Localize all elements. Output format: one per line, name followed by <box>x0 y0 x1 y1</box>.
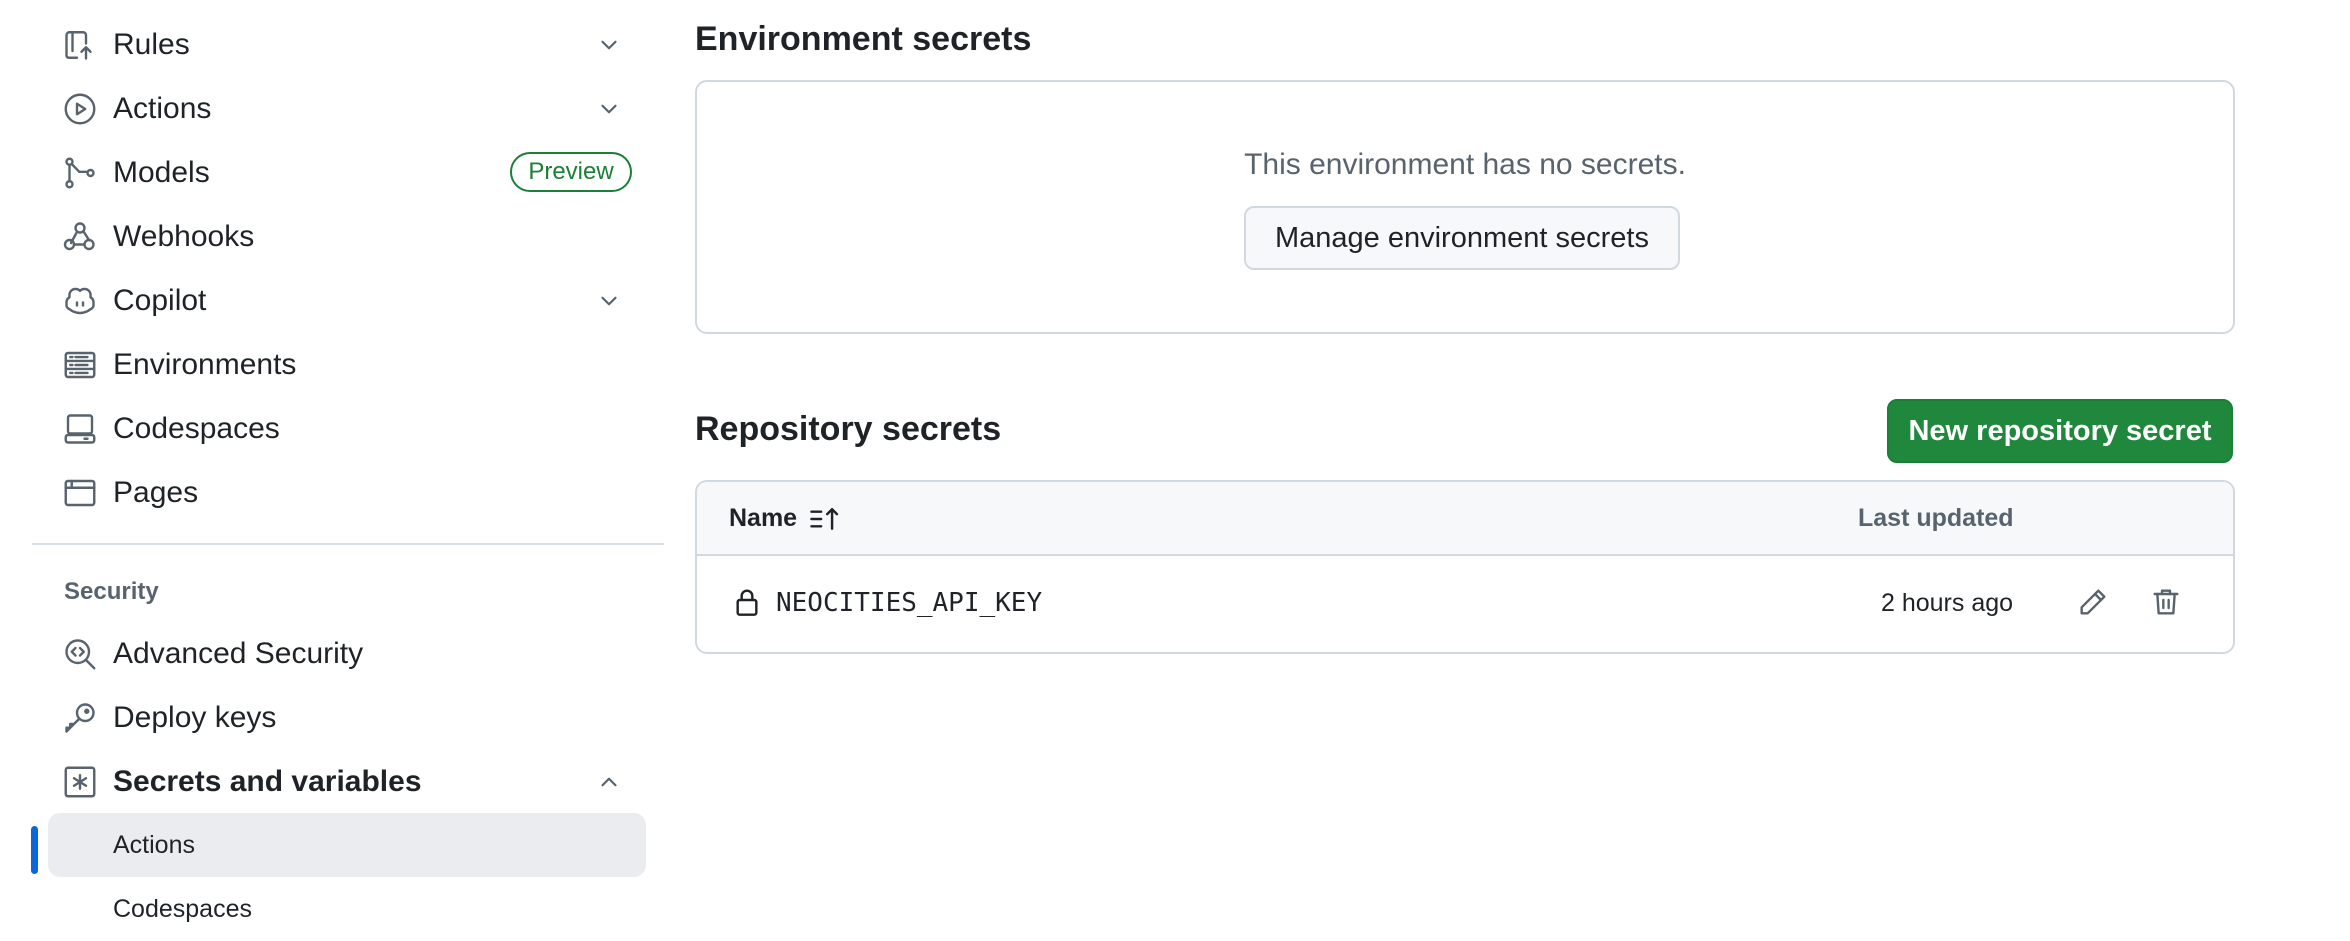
column-header-name[interactable]: Name <box>729 504 797 533</box>
sidebar-item-copilot[interactable]: Copilot <box>48 269 644 333</box>
new-repository-secret-button[interactable]: New repository secret <box>1887 399 2233 463</box>
manage-environment-secrets-button[interactable]: Manage environment secrets <box>1244 206 1680 270</box>
codescan-icon <box>62 636 98 672</box>
secret-name: NEOCITIES_API_KEY <box>776 588 1043 618</box>
sidebar-item-advanced-security[interactable]: Advanced Security <box>48 622 644 686</box>
sidebar-item-label: Copilot <box>113 284 207 317</box>
sidebar-item-codespaces[interactable]: Codespaces <box>48 397 644 461</box>
sidebar-item-rules[interactable]: Rules <box>48 13 644 77</box>
browser-icon <box>62 475 98 511</box>
sidebar-subitem-label: Codespaces <box>113 894 252 923</box>
copilot-icon <box>62 283 98 319</box>
sidebar-item-label: Webhooks <box>113 220 255 253</box>
table-header: Name Last updated <box>697 482 2233 556</box>
trash-icon[interactable] <box>2150 586 2182 618</box>
sidebar-item-label: Secrets and variables <box>113 765 422 798</box>
chevron-down-icon[interactable] <box>596 288 622 314</box>
sidebar-item-environments[interactable]: Environments <box>48 333 644 397</box>
sidebar-item-label: Deploy keys <box>113 701 277 734</box>
key-icon <box>62 700 98 736</box>
main-content: Environment secrets This environment has… <box>695 0 2255 922</box>
last-updated-value: 2 hours ago <box>1881 589 2014 617</box>
sidebar-item-actions[interactable]: Actions <box>48 77 644 141</box>
webhook-icon <box>62 219 98 255</box>
sidebar-item-webhooks[interactable]: Webhooks <box>48 205 644 269</box>
sidebar-item-label: Pages <box>113 476 199 509</box>
sidebar-item-label: Environments <box>113 348 297 381</box>
lock-icon <box>731 586 763 618</box>
chevron-down-icon[interactable] <box>596 96 622 122</box>
sidebar-subitem-codespaces[interactable]: Codespaces <box>48 877 646 941</box>
sort-ascending-icon[interactable] <box>809 504 843 534</box>
codespaces-icon <box>62 411 98 447</box>
server-icon <box>62 347 98 383</box>
column-header-last-updated: Last updated <box>1858 504 2014 532</box>
sidebar-item-label: Rules <box>113 28 190 61</box>
pencil-icon[interactable] <box>2077 586 2109 618</box>
sidebar-item-pages[interactable]: Pages <box>48 461 644 525</box>
chevron-up-icon[interactable] <box>596 769 622 795</box>
models-icon <box>62 155 98 191</box>
sidebar-subitem-actions[interactable]: Actions <box>48 813 646 877</box>
empty-message: This environment has no secrets. <box>1244 148 1686 181</box>
sidebar-divider <box>32 543 664 545</box>
section-heading-security: Security <box>64 578 159 605</box>
preview-badge: Preview <box>510 152 632 192</box>
repository-secrets-title: Repository secrets <box>695 410 1002 448</box>
sidebar-item-label: Actions <box>113 92 212 125</box>
sidebar-item-models[interactable]: Models Preview <box>48 141 644 205</box>
asterisk-icon <box>62 764 98 800</box>
sidebar-item-secrets-and-variables[interactable]: Secrets and variables <box>48 750 644 814</box>
sidebar-item-label: Models <box>113 156 210 189</box>
environment-secrets-title: Environment secrets <box>695 20 1032 58</box>
settings-sidebar: Rules Actions Models Preview Webhooks Co… <box>0 0 670 923</box>
repository-secrets-table: Name Last updated NEOCITIES_API_KEY 2 ho… <box>695 480 2235 654</box>
environment-secrets-box: This environment has no secrets. Manage … <box>695 80 2235 334</box>
sidebar-item-label: Codespaces <box>113 412 280 445</box>
sidebar-item-deploy-keys[interactable]: Deploy keys <box>48 686 644 750</box>
play-icon <box>62 91 98 127</box>
active-indicator <box>31 826 38 874</box>
rules-icon <box>62 27 98 63</box>
sidebar-item-label: Advanced Security <box>113 637 364 670</box>
chevron-down-icon[interactable] <box>596 32 622 58</box>
sidebar-subitem-label: Actions <box>113 830 195 859</box>
